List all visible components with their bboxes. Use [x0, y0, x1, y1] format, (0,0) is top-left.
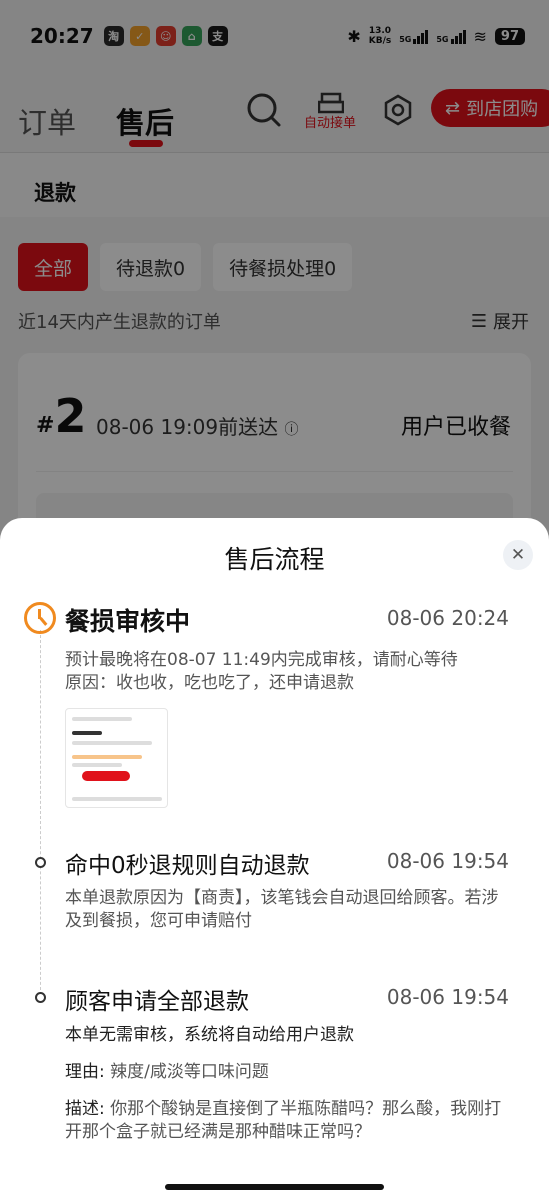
- close-icon[interactable]: ✕: [503, 540, 533, 570]
- desc-label: 描述:: [65, 1099, 105, 1119]
- evidence-thumbnail[interactable]: [65, 708, 168, 808]
- aftersale-flow-sheet: 售后流程 ✕ 餐损审核中 08-06 20:24 预计最晚将在08-07 11:…: [0, 518, 549, 1200]
- timeline-dot: [35, 992, 46, 1003]
- reason-row: 理由: 辣度/咸淡等口味问题: [65, 1061, 515, 1084]
- timeline-dot: [35, 857, 46, 868]
- step-text: 预计最晚将在08-07 11:49内完成审核，请耐心等待: [65, 650, 458, 670]
- step-reason: 原因：收也收，吃也吃了，还申请退款: [65, 673, 354, 693]
- clock-icon: [24, 602, 56, 634]
- reason-value: 辣度/咸淡等口味问题: [110, 1062, 269, 1082]
- desc-value: 你那个酸钠是直接倒了半瓶陈醋吗？那么酸，我刚打开那个盒子就已经满是那种醋味正常吗…: [65, 1099, 502, 1142]
- home-indicator[interactable]: [165, 1184, 384, 1190]
- page: 20:27 淘 ✓ ☺ ⌂ 支 ✱ 13.0 KB/s 5G 5G ≋ 97 订单 售后: [0, 0, 549, 1200]
- step-time: 08-06 19:54: [386, 985, 509, 1009]
- reason-label: 理由:: [65, 1062, 105, 1082]
- sheet-title: 售后流程: [224, 545, 325, 574]
- step-text: 本单退款原因为【商责】，该笔钱会自动退回给顾客。若涉及到餐损，您可申请赔付: [65, 888, 499, 931]
- step-title: 命中0秒退规则自动退款: [65, 853, 310, 879]
- step-title: 顾客申请全部退款: [65, 989, 249, 1015]
- step-text: 本单无需审核，系统将自动给用户退款: [65, 1025, 354, 1045]
- description-row: 描述: 你那个酸钠是直接倒了半瓶陈醋吗？那么酸，我刚打开那个盒子就已经满是那种醋…: [65, 1098, 515, 1144]
- step-title: 餐损审核中: [65, 607, 191, 636]
- timeline-line: [40, 630, 41, 1000]
- step-time: 08-06 20:24: [386, 606, 509, 630]
- step-time: 08-06 19:54: [386, 849, 509, 873]
